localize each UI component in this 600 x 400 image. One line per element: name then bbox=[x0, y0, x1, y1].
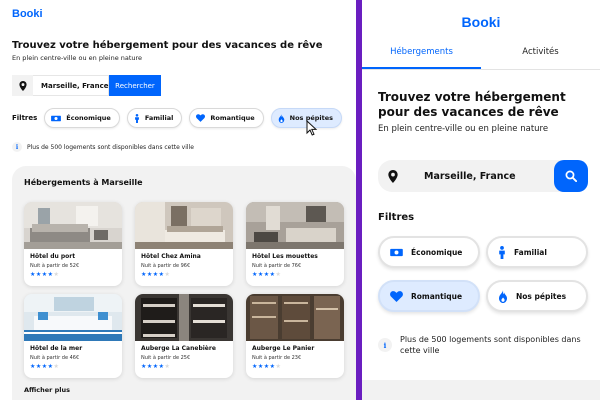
show-more-link[interactable]: Afficher plus bbox=[24, 386, 70, 394]
filter-romantique[interactable]: Romantique bbox=[378, 280, 480, 312]
search-icon bbox=[565, 170, 577, 182]
hotel-photo bbox=[135, 202, 233, 249]
hotel-price: Nuit à partir de 52€ bbox=[30, 263, 80, 269]
location-pin-icon bbox=[12, 75, 33, 96]
mobile-view: Booki Hébergements Activités Trouvez vot… bbox=[362, 0, 600, 400]
search-input[interactable]: Marseille, France bbox=[33, 75, 109, 96]
page-subtitle: En plein centre-ville ou en pleine natur… bbox=[378, 124, 549, 134]
heart-icon bbox=[390, 290, 403, 302]
availability-text: Plus de 500 logements sont disponibles d… bbox=[27, 143, 194, 151]
rating-stars-icon: ★★★★★ bbox=[30, 363, 60, 370]
filter-economique[interactable]: Économique bbox=[44, 108, 120, 128]
filter-label: Familial bbox=[144, 114, 174, 122]
hotel-price: Nuit à partir de 76€ bbox=[252, 263, 302, 269]
money-icon bbox=[390, 248, 403, 257]
hotel-name: Hôtel du port bbox=[30, 253, 76, 260]
hotel-photo bbox=[135, 294, 233, 341]
rating-stars-icon: ★★★★★ bbox=[141, 271, 171, 278]
page-subtitle: En plein centre-ville ou en pleine natur… bbox=[12, 54, 143, 62]
filter-label: Familial bbox=[514, 247, 547, 257]
rating-stars-icon: ★★★★★ bbox=[141, 363, 171, 370]
tab-activites[interactable]: Activités bbox=[481, 44, 600, 69]
money-icon bbox=[51, 115, 62, 122]
hotel-price: Nuit à partir de 46€ bbox=[30, 355, 80, 361]
heart-icon bbox=[196, 114, 206, 122]
hotel-name: Hôtel de la mer bbox=[30, 345, 83, 352]
search-bar: Marseille, France bbox=[378, 160, 588, 192]
hotel-photo bbox=[246, 202, 344, 249]
filter-label: Économique bbox=[66, 114, 111, 122]
mouse-cursor-icon bbox=[306, 120, 318, 136]
fire-icon bbox=[498, 289, 508, 303]
desktop-view: Booki Trouvez votre hébergement pour des… bbox=[0, 0, 356, 400]
filter-label: Économique bbox=[411, 247, 463, 257]
availability-text: Plus de 500 logements sont disponibles d… bbox=[400, 335, 581, 355]
rating-stars-icon: ★★★★★ bbox=[30, 271, 60, 278]
info-icon: i bbox=[378, 338, 392, 352]
filter-romantique[interactable]: Romantique bbox=[189, 108, 264, 128]
search-button[interactable]: Rechercher bbox=[109, 75, 161, 96]
hotel-photo bbox=[24, 202, 122, 249]
page-title: Trouvez votre hébergement pour des vacan… bbox=[378, 90, 566, 119]
filter-label: Nos pépites bbox=[516, 291, 567, 301]
accommodations-section: Hébergements à Marseille Hôtel du port N… bbox=[12, 166, 356, 400]
filters-label: Filtres bbox=[378, 212, 415, 223]
location-pin-icon bbox=[378, 169, 408, 183]
filter-label: Romantique bbox=[411, 291, 463, 301]
hotel-photo bbox=[24, 294, 122, 341]
hotel-photo bbox=[246, 294, 344, 341]
filter-nos-pepites[interactable]: Nos pépites bbox=[486, 280, 588, 312]
person-icon bbox=[498, 245, 506, 259]
hotel-card[interactable]: Hôtel Chez Amina Nuit à partir de 96€ ★★… bbox=[135, 202, 233, 286]
hotel-card[interactable]: Auberge Le Panier Nuit à partir de 23€ ★… bbox=[246, 294, 344, 378]
hotel-name: Auberge La Canebière bbox=[141, 345, 216, 352]
booki-logo[interactable]: Booki bbox=[12, 8, 43, 20]
hotel-name: Hôtel Chez Amina bbox=[141, 253, 201, 260]
booki-logo[interactable]: Booki bbox=[362, 14, 600, 30]
hotel-price: Nuit à partir de 23€ bbox=[252, 355, 302, 361]
tab-bar: Hébergements Activités bbox=[362, 44, 600, 70]
rating-stars-icon: ★★★★★ bbox=[252, 363, 282, 370]
tab-hebergements[interactable]: Hébergements bbox=[362, 44, 481, 69]
fire-icon bbox=[278, 113, 285, 123]
person-icon bbox=[134, 113, 140, 123]
info-icon: i bbox=[12, 142, 22, 152]
hotel-card[interactable]: Hôtel du port Nuit à partir de 52€ ★★★★★ bbox=[24, 202, 122, 286]
hotel-name: Hôtel Les mouettes bbox=[252, 253, 318, 260]
hotel-card[interactable]: Hôtel Les mouettes Nuit à partir de 76€ … bbox=[246, 202, 344, 286]
filter-familial[interactable]: Familial bbox=[486, 236, 588, 268]
hotel-price: Nuit à partir de 96€ bbox=[141, 263, 191, 269]
hotel-card[interactable]: Auberge La Canebière Nuit à partir de 25… bbox=[135, 294, 233, 378]
section-title: Hébergements à Marseille bbox=[24, 178, 143, 187]
rating-stars-icon: ★★★★★ bbox=[252, 271, 282, 278]
availability-info: i Plus de 500 logements sont disponibles… bbox=[12, 142, 194, 152]
search-button[interactable] bbox=[554, 160, 588, 192]
hotel-card[interactable]: Hôtel de la mer Nuit à partir de 46€ ★★★… bbox=[24, 294, 122, 378]
filter-familial[interactable]: Familial bbox=[126, 108, 183, 128]
search-bar: Marseille, France Rechercher bbox=[12, 75, 161, 96]
filters-label: Filtres bbox=[12, 114, 38, 122]
hotel-price: Nuit à partir de 25€ bbox=[141, 355, 191, 361]
hotel-name: Auberge Le Panier bbox=[252, 345, 315, 352]
filter-economique[interactable]: Économique bbox=[378, 236, 480, 268]
filters-bar: Filtres Économique Familial Romantique N… bbox=[12, 108, 349, 128]
availability-info: i Plus de 500 logements sont disponibles… bbox=[378, 334, 593, 356]
accommodations-section bbox=[362, 380, 600, 400]
page-title: Trouvez votre hébergement pour des vacan… bbox=[12, 40, 323, 51]
filter-label: Romantique bbox=[210, 114, 255, 122]
